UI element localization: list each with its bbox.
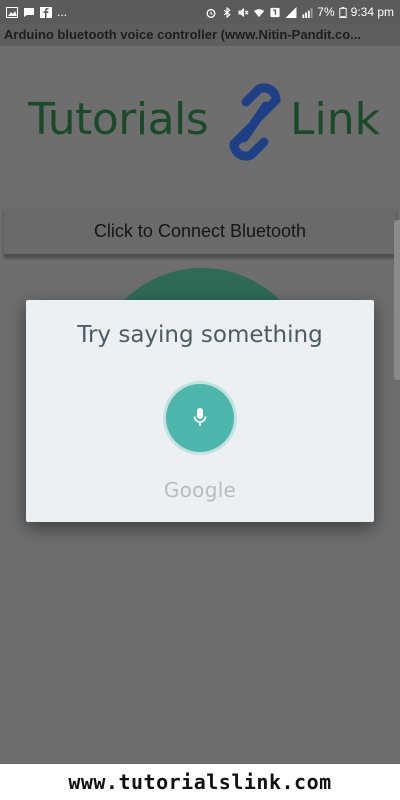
bluetooth-icon xyxy=(224,6,231,18)
clock: 9:34 pm xyxy=(350,5,394,19)
chain-link-icon xyxy=(229,83,281,161)
facebook-icon xyxy=(40,6,52,18)
footer-watermark-url: www.tutorialslink.com xyxy=(0,764,400,800)
mic-button[interactable] xyxy=(166,384,234,452)
tutorials-link-logo: Tutorials Link xyxy=(28,82,381,162)
signal-bars-icon xyxy=(302,7,313,18)
message-icon xyxy=(24,7,34,17)
wifi-icon xyxy=(254,8,265,17)
more-notifications: ... xyxy=(57,5,68,19)
logo-text-tutorials: Tutorials xyxy=(28,94,209,145)
dialog-prompt: Try saying something xyxy=(77,322,323,348)
window-title: Arduino bluetooth voice controller (www.… xyxy=(0,24,400,46)
system-icons: 7% 9:34 pm xyxy=(205,5,394,19)
battery-icon xyxy=(338,6,347,18)
status-bar: ... 7% 9:34 pm xyxy=(0,0,400,24)
google-brand: Google xyxy=(163,478,237,502)
alarm-icon xyxy=(206,8,216,18)
gallery-icon xyxy=(6,6,18,18)
microphone-icon xyxy=(193,408,207,426)
notification-icons: ... xyxy=(6,5,67,19)
connect-bluetooth-button[interactable]: Click to Connect Bluetooth xyxy=(4,208,396,256)
logo-text-link: Link xyxy=(290,94,381,145)
volte-icon xyxy=(270,7,280,17)
mute-icon xyxy=(238,7,249,17)
voice-input-dialog: Try saying something Google xyxy=(26,300,374,522)
scroll-handle[interactable] xyxy=(394,220,400,380)
signal-icon xyxy=(285,6,297,18)
battery-percent: 7% xyxy=(317,5,335,19)
